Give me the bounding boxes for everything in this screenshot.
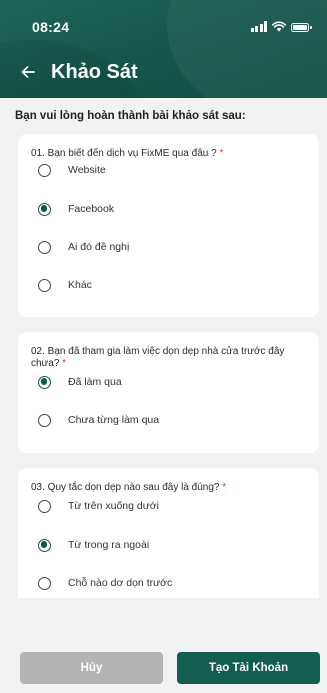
radio-button-selected[interactable]: [38, 375, 51, 389]
radio-button[interactable]: [38, 413, 51, 427]
radio-button[interactable]: [38, 576, 51, 590]
option-dirtiest-first[interactable]: Chỗ nào dơ dọn trước: [38, 574, 309, 592]
signal-icon: [250, 21, 267, 32]
question-card-1: 01. Bạn biết đến dịch vụ FixME qua đâu ?…: [18, 134, 319, 317]
option-done-before[interactable]: Đã làm qua: [38, 373, 309, 391]
back-arrow-icon[interactable]: [20, 64, 36, 80]
question-text: 01. Bạn biết đến dịch vụ FixME qua đâu ?…: [31, 148, 224, 159]
battery-icon: [291, 23, 312, 32]
question-card-3: 03. Quy tắc dọn dẹp nào sau đây là đúng?…: [18, 468, 319, 598]
radio-button[interactable]: [38, 163, 51, 177]
option-label: Chưa từng làm qua: [68, 414, 160, 426]
option-label: Đã làm qua: [68, 376, 122, 388]
wifi-icon: [272, 21, 286, 32]
question-text: 03. Quy tắc dọn dẹp nào sau đây là đúng?…: [31, 482, 227, 493]
option-label: Facebook: [68, 203, 115, 215]
radio-button-selected[interactable]: [38, 202, 51, 216]
option-label: Từ trên xuống dưới: [68, 500, 159, 512]
option-label: Từ trong ra ngoài: [68, 539, 150, 551]
option-facebook[interactable]: Facebook: [38, 200, 309, 218]
app-header: 08:24 Khảo Sát: [0, 0, 327, 98]
status-bar: 08:24: [0, 0, 327, 44]
option-never-done[interactable]: Chưa từng làm qua: [38, 411, 309, 429]
required-mark: *: [222, 482, 227, 493]
footer-actions: Hủy Tạo Tài Khoản: [0, 598, 327, 693]
required-mark: *: [219, 148, 224, 159]
survey-intro: Bạn vui lòng hoàn thành bài khảo sát sau…: [15, 110, 246, 122]
radio-button[interactable]: [38, 240, 51, 254]
option-label: Khác: [68, 279, 92, 291]
question-text: 02. Bạn đã tham gia làm việc dọn dẹp nhà…: [31, 346, 285, 369]
option-website[interactable]: Website: [38, 161, 309, 179]
page-title: Khảo Sát: [51, 61, 138, 83]
option-label: Ai đó đề nghị: [68, 241, 130, 253]
status-icons: [250, 21, 312, 32]
option-label: Chỗ nào dơ dọn trước: [68, 577, 173, 589]
radio-button[interactable]: [38, 499, 51, 513]
option-referral[interactable]: Ai đó đề nghị: [38, 238, 309, 256]
status-time: 08:24: [32, 19, 70, 35]
option-other[interactable]: Khác: [38, 276, 309, 294]
option-label: Website: [68, 164, 106, 176]
nav-bar: Khảo Sát: [0, 56, 327, 90]
option-inside-out[interactable]: Từ trong ra ngoài: [38, 536, 309, 554]
required-mark: *: [62, 358, 67, 369]
radio-button-selected[interactable]: [38, 538, 51, 552]
survey-content[interactable]: Bạn vui lòng hoàn thành bài khảo sát sau…: [0, 98, 327, 598]
cancel-button[interactable]: Hủy: [20, 652, 163, 684]
create-account-button[interactable]: Tạo Tài Khoản: [177, 652, 320, 684]
option-top-to-bottom[interactable]: Từ trên xuống dưới: [38, 497, 309, 515]
question-card-2: 02. Bạn đã tham gia làm việc dọn dẹp nhà…: [18, 332, 319, 453]
radio-button[interactable]: [38, 278, 51, 292]
